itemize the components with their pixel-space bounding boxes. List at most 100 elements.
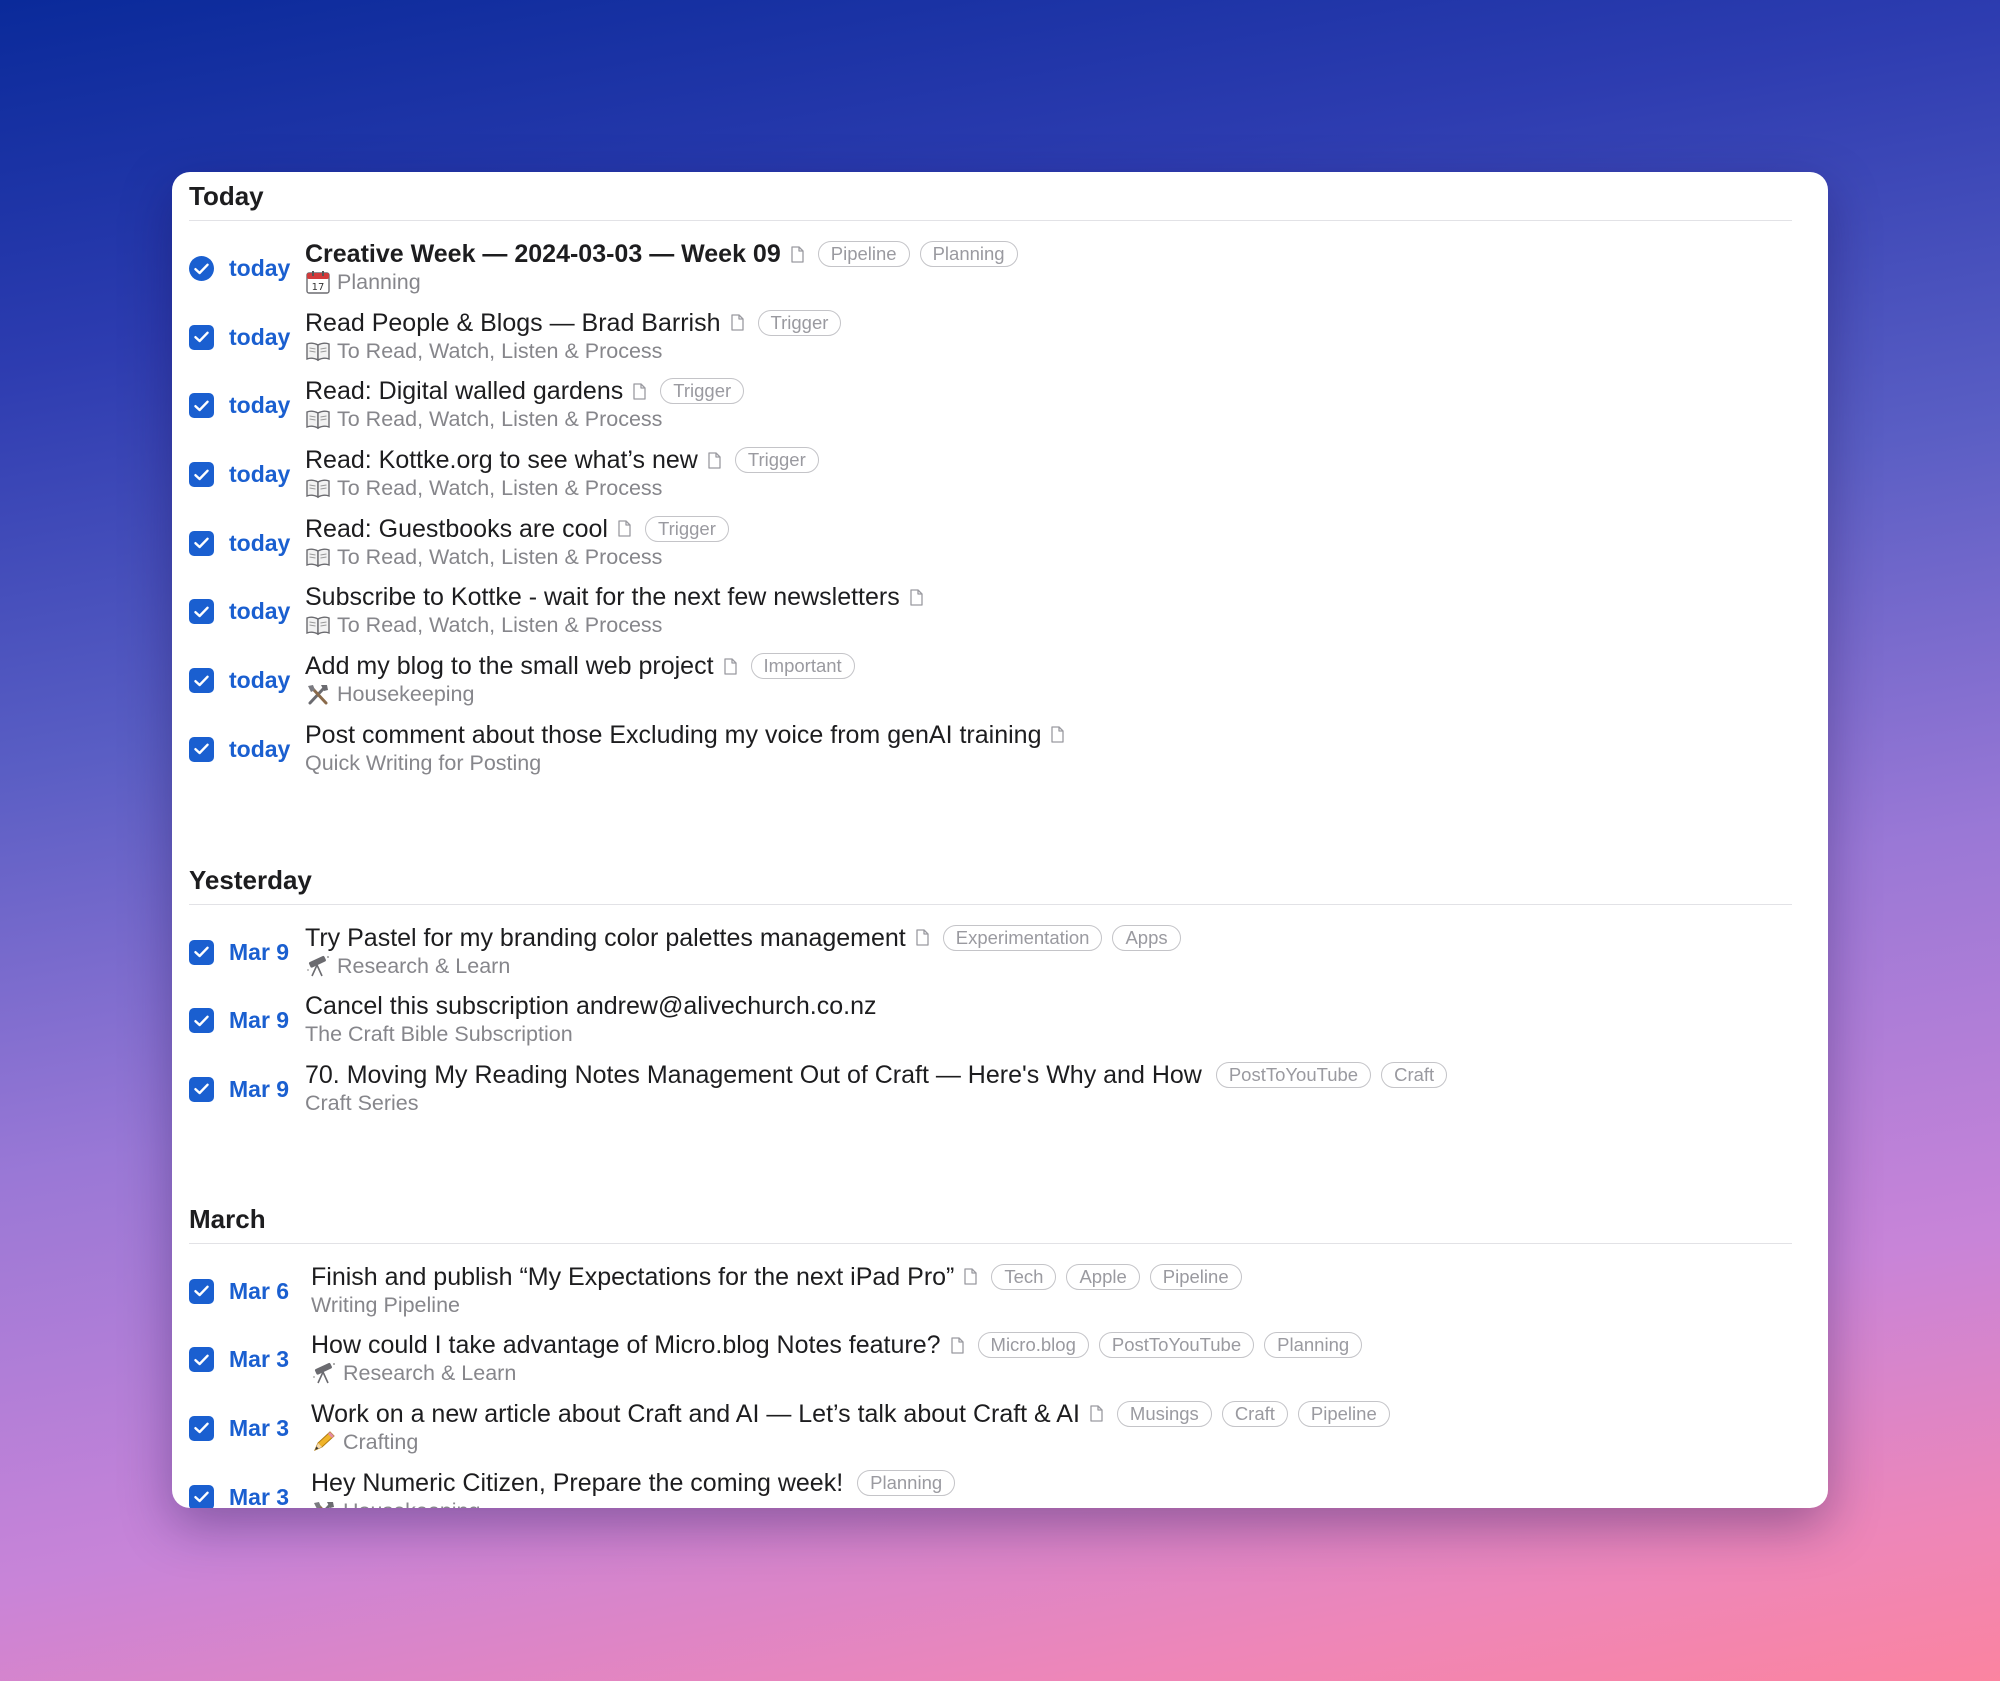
due-date[interactable]: today (229, 459, 290, 489)
due-date[interactable]: today (229, 390, 290, 420)
task-content[interactable]: Read: Kottke.org to see what’s new Trigge… (305, 445, 1792, 501)
task-location[interactable]: Crafting (343, 1429, 418, 1455)
tag-planning[interactable]: Planning (1264, 1332, 1363, 1359)
task-title[interactable]: Post comment about those Excluding my vo… (305, 720, 1041, 750)
tag-important[interactable]: Important (750, 653, 855, 680)
task-title[interactable]: How could I take advantage of Micro.blog… (311, 1330, 941, 1360)
completed-checkbox[interactable] (189, 599, 214, 625)
task-location[interactable]: To Read, Watch, Listen & Process (337, 612, 662, 638)
completed-checkbox[interactable] (189, 256, 214, 281)
tag-planning[interactable]: Planning (857, 1469, 956, 1496)
document-icon[interactable] (1090, 1405, 1103, 1423)
due-date[interactable]: Mar 9 (229, 1005, 289, 1035)
task-content[interactable]: How could I take advantage of Micro.blog… (311, 1330, 1792, 1386)
tag-micro-blog[interactable]: Micro.blog (977, 1332, 1089, 1359)
due-date[interactable]: Mar 6 (229, 1276, 289, 1306)
task-content[interactable]: Read: Guestbooks are cool Trigger To Read,… (305, 514, 1792, 570)
completed-checkbox[interactable] (189, 324, 214, 350)
completed-checkbox[interactable] (189, 1278, 214, 1304)
task-title[interactable]: 70. Moving My Reading Notes Management O… (305, 1060, 1202, 1090)
completed-checkbox[interactable] (189, 530, 214, 556)
document-icon[interactable] (633, 383, 646, 400)
completed-checkbox[interactable] (189, 1347, 214, 1373)
task-title[interactable]: Read People & Blogs — Brad Barrish (305, 308, 721, 338)
task-content[interactable]: Creative Week — 2024-03-03 — Week 09 Pipe… (305, 239, 1792, 295)
tag-planning[interactable]: Planning (919, 241, 1018, 267)
task-location[interactable]: To Read, Watch, Listen & Process (337, 544, 662, 570)
tag-posttoyoutube[interactable]: PostToYouTube (1098, 1332, 1255, 1359)
due-date[interactable]: today (229, 253, 290, 283)
task-title[interactable]: Creative Week — 2024-03-03 — Week 09 (305, 239, 781, 269)
completed-checkbox[interactable] (189, 1484, 214, 1508)
due-date[interactable]: today (229, 665, 290, 695)
document-icon[interactable] (950, 1337, 964, 1354)
tag-pipeline[interactable]: Pipeline (1297, 1400, 1390, 1427)
completed-checkbox[interactable] (189, 736, 214, 762)
tag-experimentation[interactable]: Experimentation (942, 924, 1103, 951)
due-date[interactable]: Mar 3 (229, 1344, 289, 1374)
document-icon[interactable] (964, 1268, 978, 1285)
task-title[interactable]: Work on a new article about Craft and AI… (311, 1399, 1080, 1429)
tag-trigger[interactable]: Trigger (734, 447, 819, 474)
task-content[interactable]: Hey Numeric Citizen, Prepare the coming … (311, 1468, 1792, 1508)
task-title[interactable]: Cancel this subscription andrew@alivechu… (305, 991, 876, 1021)
completed-checkbox[interactable] (189, 462, 214, 488)
task-content[interactable]: Cancel this subscription andrew@alivechu… (305, 991, 1792, 1047)
document-icon[interactable] (916, 929, 929, 946)
task-content[interactable]: Try Pastel for my branding color palette… (305, 923, 1792, 979)
task-location[interactable]: To Read, Watch, Listen & Process (337, 475, 662, 501)
task-content[interactable]: 70. Moving My Reading Notes Management O… (305, 1060, 1792, 1116)
due-date[interactable]: Mar 9 (229, 937, 289, 967)
tag-pipeline[interactable]: Pipeline (817, 241, 910, 267)
task-location[interactable]: To Read, Watch, Listen & Process (337, 338, 662, 364)
tag-posttoyoutube[interactable]: PostToYouTube (1215, 1061, 1372, 1088)
tag-musings[interactable]: Musings (1116, 1400, 1212, 1427)
task-location[interactable]: Research & Learn (337, 953, 510, 979)
tag-apps[interactable]: Apps (1112, 924, 1181, 951)
completed-checkbox[interactable] (189, 393, 214, 419)
tag-trigger[interactable]: Trigger (644, 515, 729, 542)
task-content[interactable]: Post comment about those Excluding my vo… (305, 720, 1792, 776)
task-content[interactable]: Work on a new article about Craft and AI… (311, 1399, 1792, 1455)
document-icon[interactable] (730, 314, 744, 331)
due-date[interactable]: Mar 9 (229, 1074, 289, 1104)
due-date[interactable]: today (229, 596, 290, 626)
task-content[interactable]: Read: Digital walled gardens Trigger To Re… (305, 376, 1792, 432)
task-location[interactable]: To Read, Watch, Listen & Process (337, 406, 662, 432)
task-location[interactable]: Craft Series (305, 1090, 419, 1116)
tag-apple[interactable]: Apple (1066, 1263, 1140, 1290)
task-title[interactable]: Read: Guestbooks are cool (305, 514, 608, 544)
document-icon[interactable] (618, 520, 631, 537)
task-title[interactable]: Try Pastel for my branding color palette… (305, 923, 906, 953)
task-location[interactable]: Planning (337, 269, 421, 295)
task-content[interactable]: Add my blog to the small web project Impo… (305, 651, 1792, 707)
task-location[interactable]: Housekeeping (343, 1498, 480, 1508)
document-icon[interactable] (723, 657, 737, 675)
completed-checkbox[interactable] (189, 1008, 214, 1034)
completed-checkbox[interactable] (189, 939, 214, 965)
due-date[interactable]: Mar 3 (229, 1482, 289, 1508)
task-title[interactable]: Read: Digital walled gardens (305, 376, 623, 406)
due-date[interactable]: today (229, 734, 290, 764)
task-content[interactable]: Finish and publish “My Expectations for … (311, 1262, 1792, 1318)
document-icon[interactable] (708, 451, 721, 469)
tag-tech[interactable]: Tech (991, 1263, 1057, 1290)
completed-checkbox[interactable] (189, 668, 214, 694)
tag-craft[interactable]: Craft (1381, 1061, 1448, 1088)
tag-trigger[interactable]: Trigger (660, 378, 745, 405)
completed-checkbox[interactable] (189, 1415, 214, 1441)
task-location[interactable]: Housekeeping (337, 681, 474, 707)
task-title[interactable]: Subscribe to Kottke - wait for the next … (305, 582, 900, 612)
tag-trigger[interactable]: Trigger (757, 309, 842, 336)
due-date[interactable]: today (229, 322, 290, 352)
task-title[interactable]: Hey Numeric Citizen, Prepare the coming … (311, 1468, 843, 1498)
document-icon[interactable] (910, 589, 923, 606)
document-icon[interactable] (1051, 726, 1065, 743)
task-title[interactable]: Add my blog to the small web project (305, 651, 714, 681)
tag-pipeline[interactable]: Pipeline (1149, 1263, 1242, 1290)
task-title[interactable]: Finish and publish “My Expectations for … (311, 1262, 954, 1292)
completed-checkbox[interactable] (189, 1076, 214, 1102)
task-location[interactable]: Quick Writing for Posting (305, 750, 541, 776)
task-location[interactable]: Writing Pipeline (311, 1292, 460, 1318)
task-content[interactable]: Read People & Blogs — Brad Barrish Trigge… (305, 308, 1792, 364)
